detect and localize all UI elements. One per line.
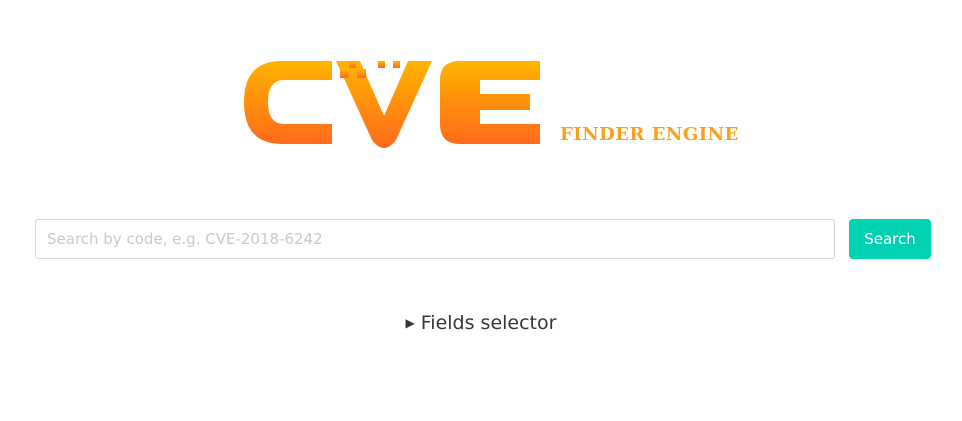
- search-input[interactable]: [35, 219, 835, 259]
- cve-logo: FINDER ENGINE: [244, 58, 738, 150]
- triangle-right-icon: ▶: [405, 316, 415, 330]
- fields-selector-label: Fields selector: [420, 312, 557, 334]
- search-bar: Search: [35, 219, 931, 259]
- page: FINDER ENGINE Search ▶ Fields selector: [0, 0, 962, 421]
- fields-selector-toggle[interactable]: ▶ Fields selector: [0, 312, 962, 334]
- search-button[interactable]: Search: [849, 219, 931, 259]
- logo-tagline: FINDER ENGINE: [560, 124, 739, 145]
